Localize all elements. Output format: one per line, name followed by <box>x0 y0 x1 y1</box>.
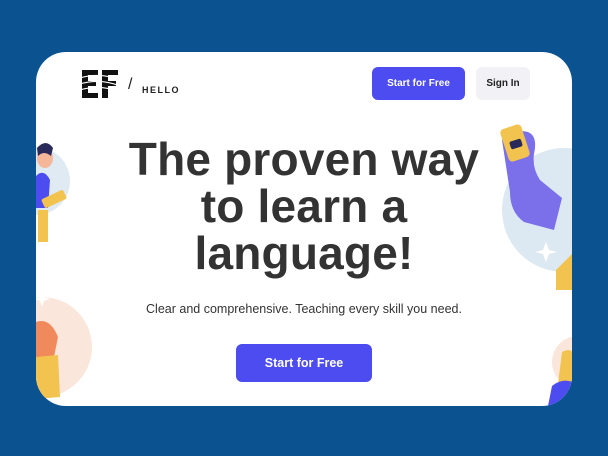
partial-illustration <box>548 336 572 406</box>
header-start-free-button[interactable]: Start for Free <box>372 67 465 100</box>
sign-in-button[interactable]: Sign In <box>476 67 530 100</box>
hero-subtext: Clear and comprehensive. Teaching every … <box>146 302 462 316</box>
hand-phone-illustration <box>500 124 572 290</box>
person-illustration <box>36 143 70 242</box>
person-illustration-2 <box>36 291 92 399</box>
brand-subtitle: HELLO <box>142 85 180 95</box>
ef-logo-icon[interactable] <box>80 68 120 100</box>
hero-start-free-button[interactable]: Start for Free <box>236 344 372 382</box>
brand-slash: / <box>128 76 133 93</box>
landing-card: / HELLO Start for Free Sign In The prove… <box>36 52 572 406</box>
hero-headline: The proven way to learn a language! <box>128 133 480 279</box>
